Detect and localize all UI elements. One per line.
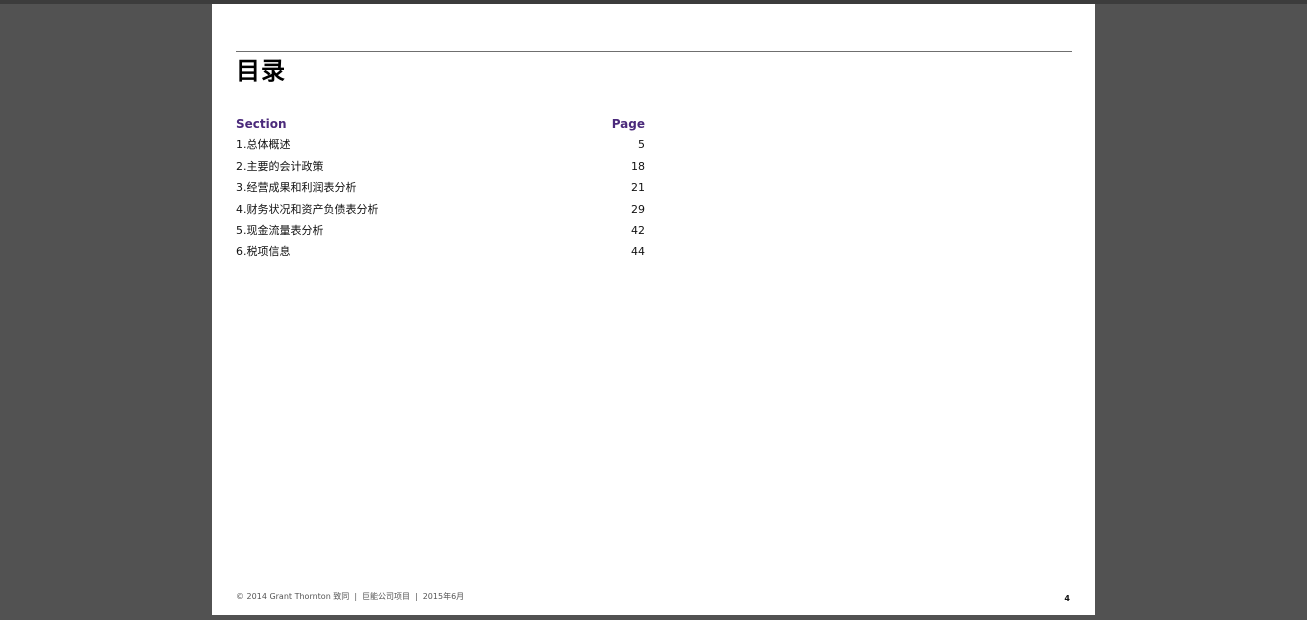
footer-project: 巨能公司项目	[362, 592, 411, 601]
toc-row-page: 44	[631, 245, 645, 259]
toc-row: 4.财务状况和资产负债表分析 29	[236, 201, 645, 222]
toc-row: 2.主要的会计政策 18	[236, 158, 645, 179]
toc-row-label: 3.经营成果和利润表分析	[236, 181, 357, 195]
page-number: 4	[1064, 594, 1070, 603]
toc-row-page: 21	[631, 181, 645, 195]
toc-row-page: 42	[631, 223, 645, 237]
page-footer: © 2014 Grant Thornton 致同 | 巨能公司项目 | 2015年6月	[236, 592, 464, 602]
toc-row-page: 29	[631, 202, 645, 216]
toc-row-label: 5.现金流量表分析	[236, 223, 324, 237]
toc-row-page: 5	[638, 138, 645, 152]
table-of-contents: Section Page 1.总体概述 5 2.主要的会计政策 18 3.经营成…	[236, 115, 645, 265]
toc-row: 6.税项信息 44	[236, 243, 645, 264]
document-page: 目录 Section Page 1.总体概述 5 2.主要的会计政策 18 3.…	[212, 4, 1095, 615]
toc-row-label: 6.税项信息	[236, 245, 291, 259]
toc-row-label: 4.财务状况和资产负债表分析	[236, 202, 379, 216]
toc-row-label: 1.总体概述	[236, 138, 291, 152]
toc-row: 3.经营成果和利润表分析 21	[236, 179, 645, 200]
footer-separator: |	[354, 592, 358, 601]
toc-row-label: 2.主要的会计政策	[236, 159, 324, 173]
header-rule	[236, 51, 1072, 52]
toc-row: 1.总体概述 5	[236, 136, 645, 157]
toc-header-row: Section Page	[236, 115, 645, 136]
toc-page-header: Page	[611, 117, 645, 131]
footer-separator: |	[415, 592, 418, 601]
pdf-viewer: 目录 Section Page 1.总体概述 5 2.主要的会计政策 18 3.…	[0, 0, 1307, 620]
toc-section-header: Section	[236, 117, 287, 131]
toc-row: 5.现金流量表分析 42	[236, 222, 645, 243]
page-title: 目录	[236, 57, 286, 85]
footer-date: 2015年6月	[422, 592, 465, 601]
footer-copyright: © 2014 Grant Thornton 致同	[236, 592, 350, 601]
toc-row-page: 18	[631, 159, 645, 173]
